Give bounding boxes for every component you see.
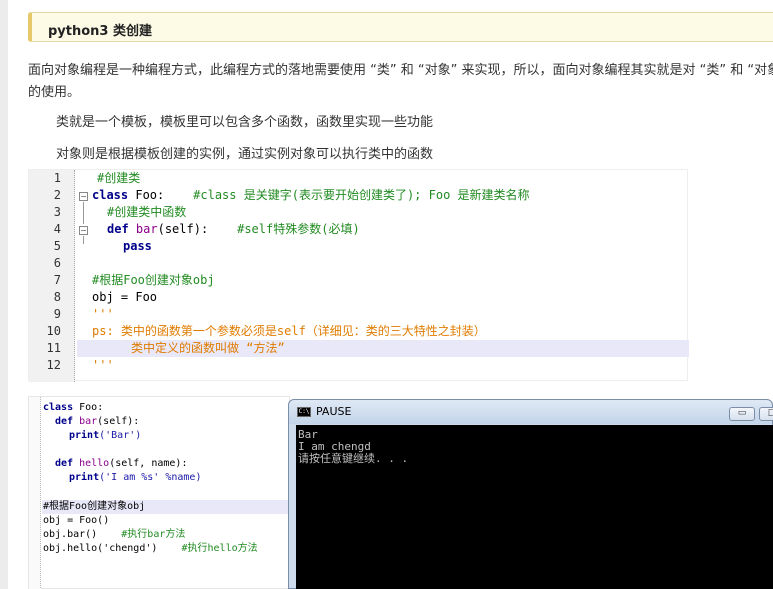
code-line: ''': [92, 358, 114, 372]
section-heading: python3 类创建: [28, 12, 773, 42]
code-block-example: class Foo: def bar(self): print('Bar') d…: [28, 396, 290, 589]
code-line: ''': [92, 307, 114, 321]
editor-gutter: [29, 397, 41, 589]
console-output-line: 请按任意键继续. . .: [298, 452, 409, 465]
code-line: print('Bar'): [69, 430, 142, 441]
code-line: obj.hello('chengd') #执行hello方法: [43, 543, 258, 554]
console-icon: C:\: [297, 407, 311, 417]
code-line: #根据Foo创建对象obj: [43, 501, 146, 512]
line-number: 5: [53, 239, 61, 253]
fold-toggle-icon[interactable]: −: [79, 226, 88, 235]
console-titlebar[interactable]: C:\ PAUSE ▭ □: [289, 400, 773, 424]
console-output-area[interactable]: Bar I am chengd 请按任意键继续. . .: [296, 425, 773, 589]
fold-guide: [83, 236, 84, 244]
line-number: 4: [53, 222, 61, 236]
code-line: obj = Foo: [92, 290, 158, 304]
code-line: ps: 类中的函数第一个参数必须是self（详细见：类的三大特性之封装）: [92, 324, 486, 338]
class-description: 类就是一个模板，模板里可以包含多个函数，函数里实现一些功能: [56, 115, 434, 130]
code-block-class-definition: 1 2 3 4 5 6 7 8 9 10 11 12 − − #创建类 clas…: [28, 169, 689, 382]
fold-toggle-icon[interactable]: −: [79, 192, 88, 201]
code-line: #根据Foo创建对象obj: [92, 273, 215, 287]
code-line: obj.bar() #执行bar方法: [43, 529, 186, 540]
line-number: 2: [53, 188, 61, 202]
line-number: 6: [53, 256, 61, 270]
console-title: PAUSE: [316, 405, 352, 418]
line-number: 1: [53, 171, 61, 185]
code-line: class Foo:: [43, 402, 104, 413]
line-number: 11: [46, 341, 61, 355]
line-number: 10: [46, 324, 61, 338]
line-number: 8: [53, 290, 61, 304]
code-line: def bar(self):: [55, 416, 140, 427]
line-number: 9: [53, 307, 61, 321]
heading-title: python3 类创建: [48, 24, 153, 39]
minimize-button[interactable]: ▭: [729, 407, 755, 421]
line-number: 3: [53, 205, 61, 219]
code-line: print('I am %s' %name): [69, 472, 202, 483]
code-line: obj = Foo(): [43, 515, 110, 526]
article-page: python3 类创建 面向对象编程是一种编程方式，此编程方式的落地需要使用 “…: [8, 0, 773, 589]
fold-guide: [83, 202, 84, 224]
line-number: 12: [46, 358, 61, 372]
intro-line-1: 面向对象编程是一种编程方式，此编程方式的落地需要使用 “类” 和 “对象” 来实…: [28, 63, 773, 78]
code-line: def hello(self, name):: [55, 458, 188, 469]
code-line: pass: [123, 239, 152, 253]
code-line: #创建类: [97, 171, 141, 185]
code-line: #创建类中函数: [107, 205, 187, 219]
code-line: 类中定义的函数叫做 “方法”: [131, 341, 285, 355]
code-line: def bar(self): #self特殊参数(必填): [107, 222, 360, 236]
line-number: 7: [53, 273, 61, 287]
object-description: 对象则是根据模板创建的实例，通过实例对象可以执行类中的函数: [56, 147, 434, 162]
intro-line-2: 的使用。: [28, 85, 81, 100]
maximize-button[interactable]: □: [759, 407, 773, 421]
console-window: C:\ PAUSE ▭ □ Bar I am chengd 请按任意键继续. .…: [288, 399, 773, 589]
code-line: class Foo: #class 是关键字(表示要开始创建类了); Foo 是…: [92, 188, 530, 202]
